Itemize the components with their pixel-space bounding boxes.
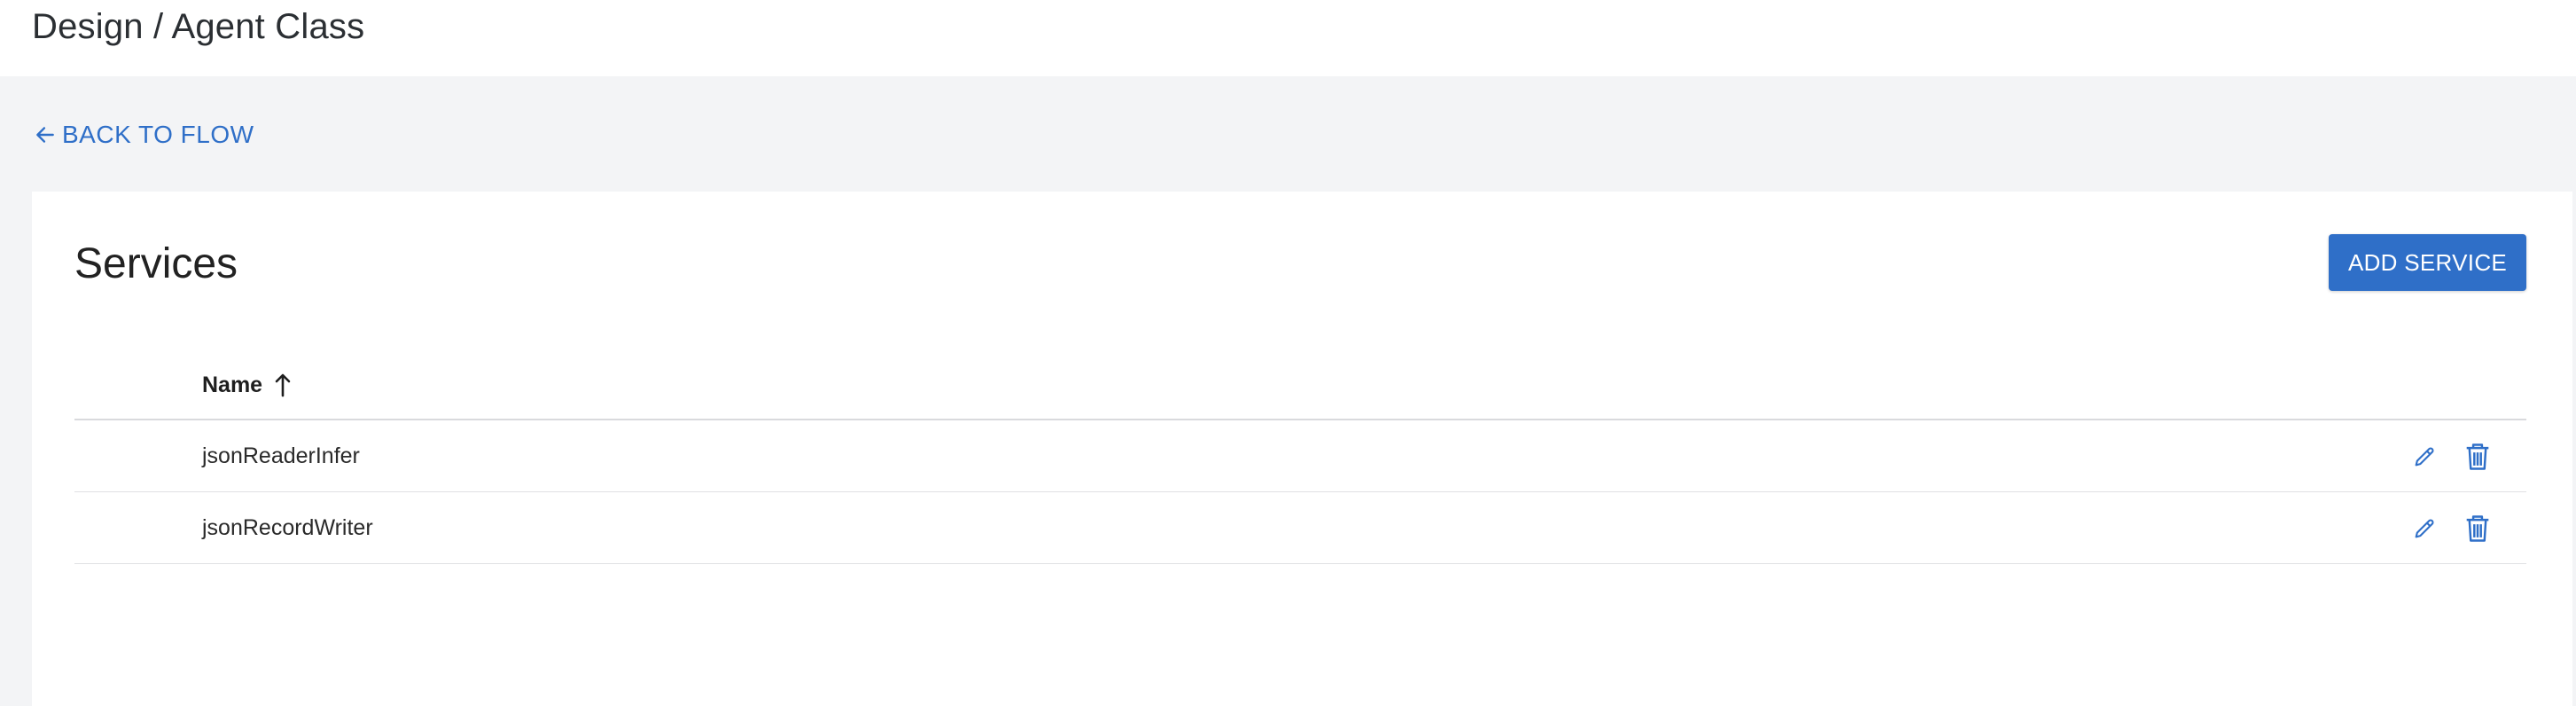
pencil-icon (2415, 447, 2434, 467)
row-actions (2408, 512, 2494, 545)
edit-service-button[interactable] (2408, 440, 2441, 474)
service-name: jsonReaderInfer (202, 443, 360, 468)
service-name: jsonRecordWriter (202, 515, 373, 540)
services-table: Name jsonReaderInfer jsonRecordWriter (74, 351, 2526, 564)
table-row: jsonReaderInfer (74, 420, 2526, 492)
breadcrumb: Design / Agent Class (32, 7, 365, 46)
delete-service-button[interactable] (2461, 512, 2494, 545)
add-service-button[interactable]: ADD SERVICE (2329, 234, 2526, 291)
column-header-name[interactable]: Name (202, 367, 293, 403)
back-to-flow-link[interactable]: BACK TO FLOW (34, 117, 254, 153)
table-row: jsonRecordWriter (74, 492, 2526, 564)
edit-service-button[interactable] (2408, 512, 2441, 545)
page-title: Services (74, 240, 238, 287)
arrow-up-icon (275, 373, 291, 397)
trash-icon (2466, 515, 2489, 542)
column-header-name-label: Name (202, 372, 263, 397)
pencil-icon (2415, 519, 2434, 538)
back-to-flow-label: BACK TO FLOW (62, 121, 254, 148)
delete-service-button[interactable] (2461, 440, 2494, 474)
top-header: Design / Agent Class (0, 0, 2576, 76)
arrow-left-icon (36, 127, 54, 143)
services-card: Services ADD SERVICE Name jsonReaderInfe… (32, 192, 2572, 706)
row-actions (2408, 440, 2494, 474)
table-header: Name (74, 351, 2526, 420)
trash-icon (2466, 443, 2489, 470)
